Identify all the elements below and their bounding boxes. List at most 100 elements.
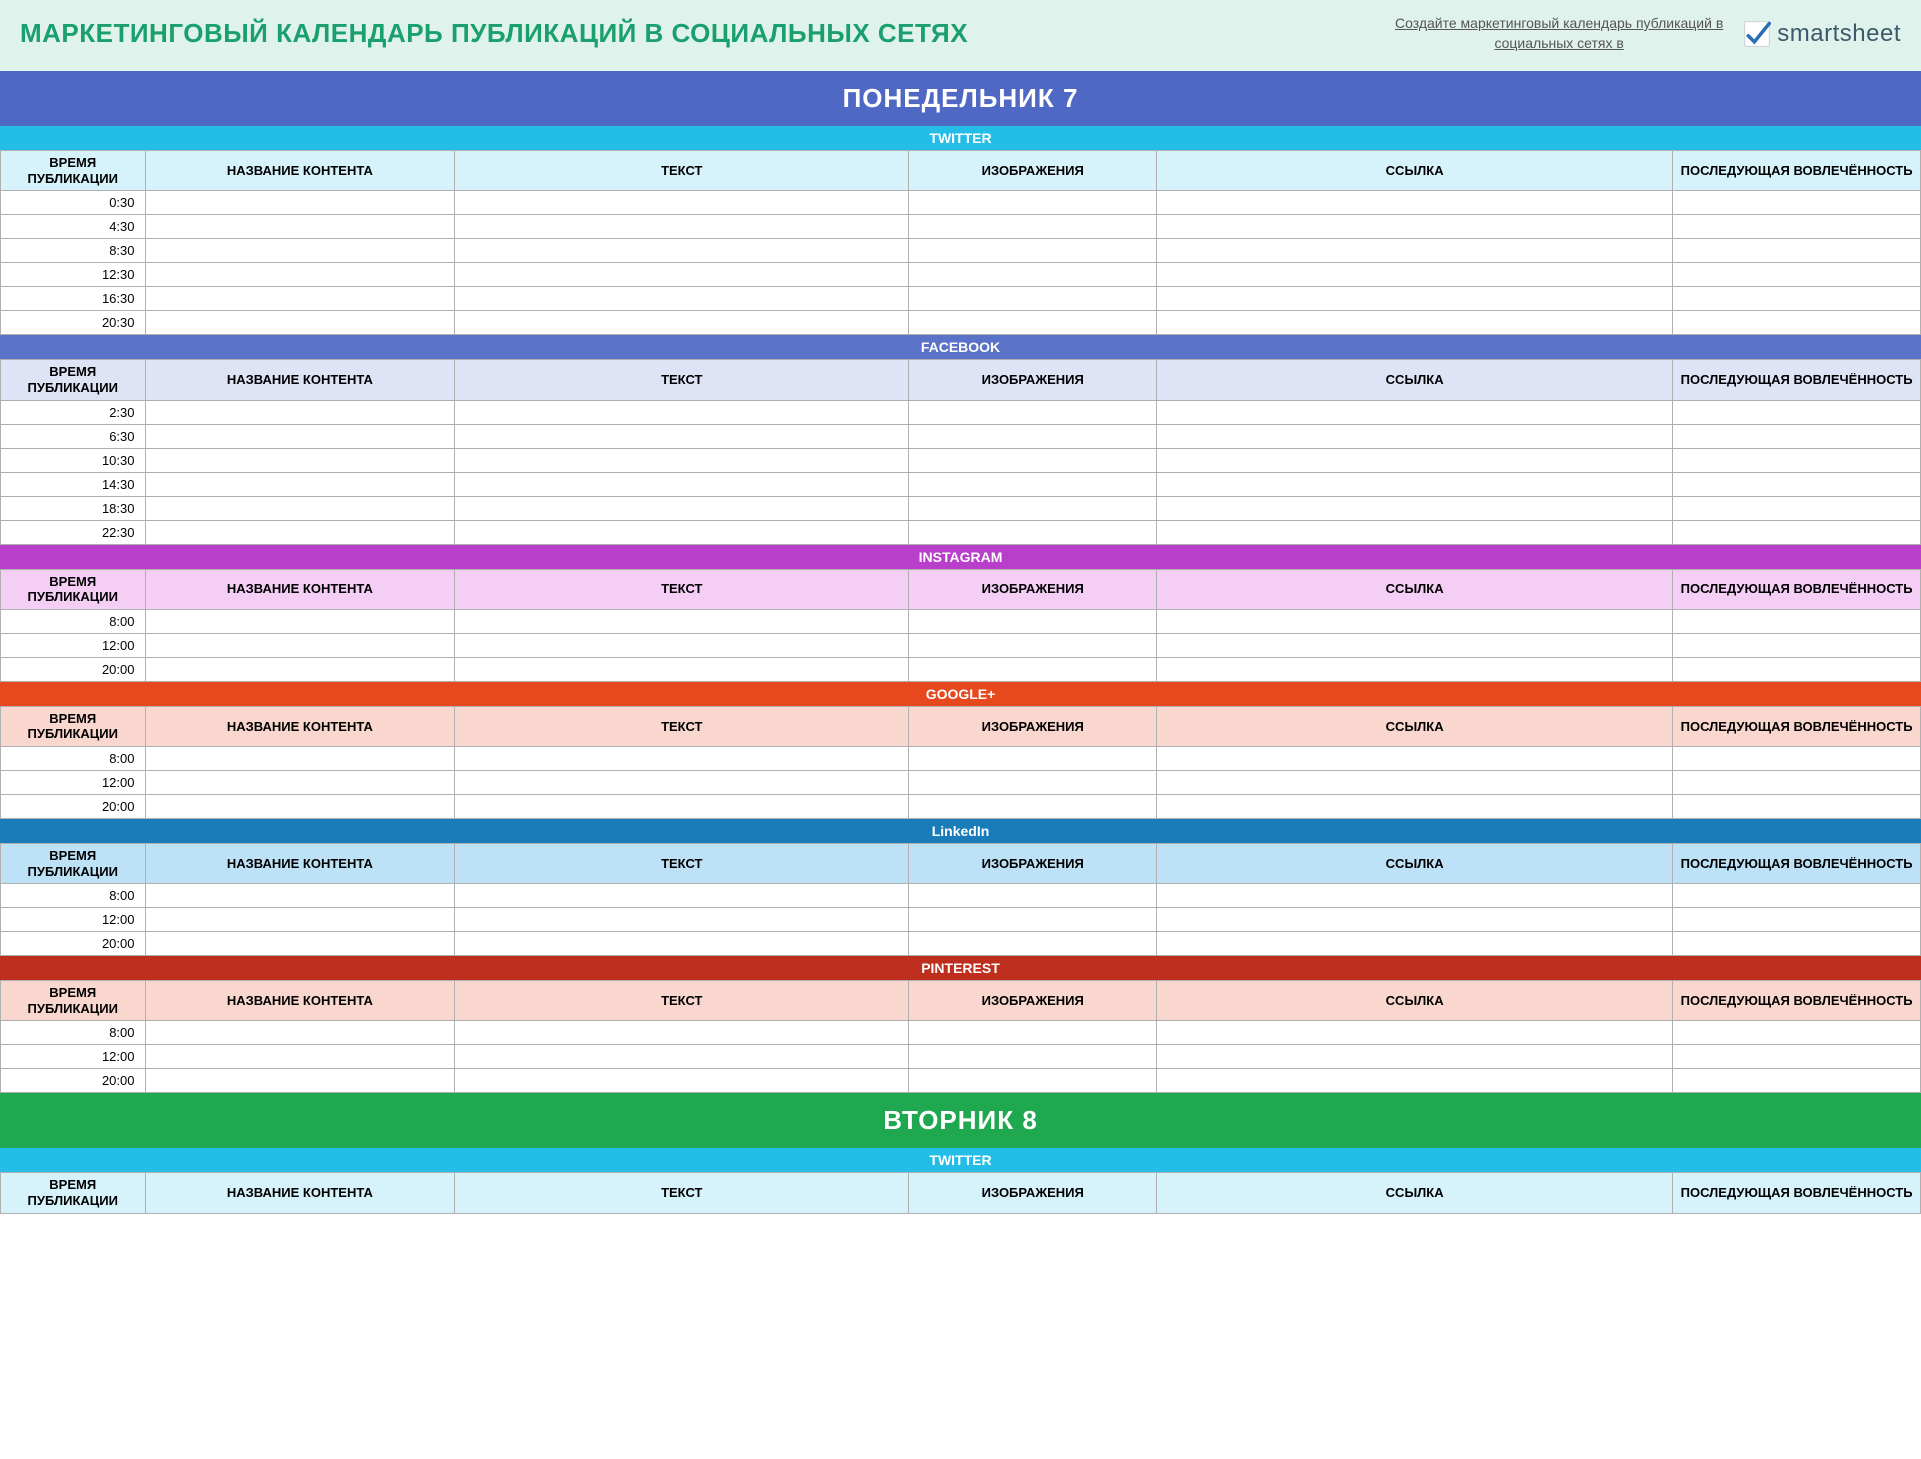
data-cell[interactable] (145, 1069, 455, 1093)
data-cell[interactable] (1157, 400, 1673, 424)
data-cell[interactable] (455, 609, 909, 633)
data-cell[interactable] (1157, 1069, 1673, 1093)
data-cell[interactable] (1673, 287, 1921, 311)
data-cell[interactable] (145, 472, 455, 496)
data-cell[interactable] (145, 746, 455, 770)
data-cell[interactable] (1157, 633, 1673, 657)
data-cell[interactable] (145, 770, 455, 794)
data-cell[interactable] (1673, 1021, 1921, 1045)
smartsheet-logo[interactable]: smartsheet (1743, 20, 1901, 48)
data-cell[interactable] (145, 794, 455, 818)
data-cell[interactable] (455, 311, 909, 335)
data-cell[interactable] (909, 496, 1157, 520)
data-cell[interactable] (1673, 424, 1921, 448)
data-cell[interactable] (145, 1021, 455, 1045)
data-cell[interactable] (1157, 884, 1673, 908)
time-cell[interactable]: 12:00 (1, 908, 146, 932)
data-cell[interactable] (1157, 1045, 1673, 1069)
data-cell[interactable] (1157, 263, 1673, 287)
data-cell[interactable] (455, 496, 909, 520)
data-cell[interactable] (1157, 520, 1673, 544)
data-cell[interactable] (145, 239, 455, 263)
data-cell[interactable] (1673, 311, 1921, 335)
data-cell[interactable] (909, 794, 1157, 818)
data-cell[interactable] (1157, 239, 1673, 263)
data-cell[interactable] (1157, 609, 1673, 633)
data-cell[interactable] (455, 448, 909, 472)
time-cell[interactable]: 10:30 (1, 448, 146, 472)
data-cell[interactable] (455, 794, 909, 818)
data-cell[interactable] (145, 1045, 455, 1069)
data-cell[interactable] (455, 472, 909, 496)
time-cell[interactable]: 20:00 (1, 657, 146, 681)
time-cell[interactable]: 20:00 (1, 1069, 146, 1093)
data-cell[interactable] (1673, 263, 1921, 287)
data-cell[interactable] (1673, 746, 1921, 770)
time-cell[interactable]: 6:30 (1, 424, 146, 448)
data-cell[interactable] (1673, 884, 1921, 908)
data-cell[interactable] (145, 609, 455, 633)
time-cell[interactable]: 2:30 (1, 400, 146, 424)
data-cell[interactable] (909, 400, 1157, 424)
data-cell[interactable] (1157, 287, 1673, 311)
data-cell[interactable] (1673, 657, 1921, 681)
data-cell[interactable] (1157, 908, 1673, 932)
data-cell[interactable] (1673, 633, 1921, 657)
time-cell[interactable]: 4:30 (1, 215, 146, 239)
data-cell[interactable] (455, 746, 909, 770)
data-cell[interactable] (1673, 472, 1921, 496)
data-cell[interactable] (909, 1069, 1157, 1093)
data-cell[interactable] (1157, 311, 1673, 335)
data-cell[interactable] (455, 1021, 909, 1045)
data-cell[interactable] (145, 657, 455, 681)
data-cell[interactable] (1673, 496, 1921, 520)
data-cell[interactable] (1673, 932, 1921, 956)
data-cell[interactable] (455, 770, 909, 794)
data-cell[interactable] (1157, 424, 1673, 448)
time-cell[interactable]: 16:30 (1, 287, 146, 311)
data-cell[interactable] (145, 191, 455, 215)
data-cell[interactable] (145, 287, 455, 311)
data-cell[interactable] (1673, 239, 1921, 263)
data-cell[interactable] (909, 633, 1157, 657)
data-cell[interactable] (1673, 1045, 1921, 1069)
data-cell[interactable] (909, 520, 1157, 544)
data-cell[interactable] (1673, 908, 1921, 932)
data-cell[interactable] (455, 263, 909, 287)
create-calendar-link[interactable]: Создайте маркетинговый календарь публика… (1395, 14, 1723, 53)
data-cell[interactable] (1673, 448, 1921, 472)
data-cell[interactable] (1673, 191, 1921, 215)
data-cell[interactable] (145, 932, 455, 956)
data-cell[interactable] (1157, 1021, 1673, 1045)
data-cell[interactable] (909, 191, 1157, 215)
data-cell[interactable] (1157, 472, 1673, 496)
data-cell[interactable] (455, 908, 909, 932)
time-cell[interactable]: 12:00 (1, 770, 146, 794)
time-cell[interactable]: 12:00 (1, 1045, 146, 1069)
data-cell[interactable] (145, 884, 455, 908)
data-cell[interactable] (909, 1021, 1157, 1045)
time-cell[interactable]: 20:00 (1, 932, 146, 956)
data-cell[interactable] (145, 424, 455, 448)
data-cell[interactable] (455, 633, 909, 657)
data-cell[interactable] (455, 1045, 909, 1069)
data-cell[interactable] (455, 400, 909, 424)
data-cell[interactable] (455, 191, 909, 215)
data-cell[interactable] (1157, 746, 1673, 770)
data-cell[interactable] (909, 746, 1157, 770)
data-cell[interactable] (909, 448, 1157, 472)
data-cell[interactable] (1673, 770, 1921, 794)
data-cell[interactable] (455, 424, 909, 448)
time-cell[interactable]: 8:00 (1, 884, 146, 908)
data-cell[interactable] (909, 311, 1157, 335)
data-cell[interactable] (1157, 496, 1673, 520)
data-cell[interactable] (909, 215, 1157, 239)
data-cell[interactable] (145, 633, 455, 657)
data-cell[interactable] (909, 287, 1157, 311)
time-cell[interactable]: 8:00 (1, 609, 146, 633)
time-cell[interactable]: 0:30 (1, 191, 146, 215)
data-cell[interactable] (1673, 400, 1921, 424)
data-cell[interactable] (455, 215, 909, 239)
data-cell[interactable] (909, 609, 1157, 633)
data-cell[interactable] (1673, 794, 1921, 818)
